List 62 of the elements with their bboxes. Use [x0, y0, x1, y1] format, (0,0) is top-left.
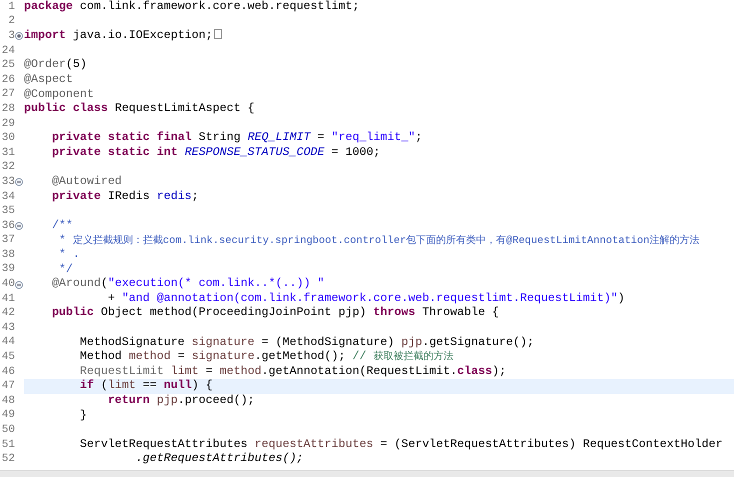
line-number: 42	[0, 308, 15, 320]
line-number: 49	[0, 410, 15, 422]
collapse-icon[interactable]	[15, 178, 23, 186]
collapse-icon[interactable]	[15, 222, 23, 230]
line-number: 45	[0, 352, 15, 364]
line-number: 38	[0, 250, 15, 261]
line-number: 36	[0, 220, 15, 232]
code-line: */	[58, 262, 74, 278]
code-line: ServletRequestAttributes requestAttributes = (ServletRequestAttributes) RequestContextHolder	[78, 438, 724, 452]
line-number: 51	[0, 440, 15, 451]
code-line: MethodSignature signature = (MethodSignature) pjp.getSignature();	[78, 336, 535, 350]
line-number: 52	[0, 454, 15, 466]
line-number: 43	[0, 322, 15, 334]
code-line: * .	[58, 248, 81, 263]
code-line: Method method = signature.getMethod(); // 获取被拦截的方法	[78, 350, 454, 365]
line-number: 3	[7, 30, 15, 42]
code-line: private IRedis redis;	[50, 190, 200, 204]
code-line: import java.io.IOException;	[24, 29, 734, 44]
line-number: 28	[0, 104, 15, 115]
line-number: 44	[0, 337, 15, 348]
folded-code-icon[interactable]	[214, 29, 222, 40]
line-number: 39	[0, 264, 15, 276]
line-number: 32	[0, 162, 15, 174]
code-line: @Aspect	[24, 72, 74, 88]
line-number: 29	[0, 118, 15, 130]
code-line: .getRequestAttributes();	[134, 452, 304, 467]
horizontal-scrollbar[interactable]	[0, 470, 734, 477]
line-number: 34	[0, 192, 15, 203]
code-line: }	[78, 408, 88, 424]
code-line: package com.link.framework.core.web.requestlimt;	[24, 0, 360, 15]
line-number: 2	[7, 16, 15, 28]
expand-icon[interactable]	[15, 32, 23, 40]
code-line: @Component	[24, 88, 95, 102]
line-number: 47	[0, 381, 15, 392]
code-line: public Object method(ProceedingJoinPoint pjp) throws Throwable {	[50, 306, 500, 322]
line-number: 46	[0, 366, 15, 378]
code-line: @Order(5)	[24, 58, 88, 73]
line-number: 25	[0, 60, 15, 72]
line-number: 48	[0, 396, 15, 407]
line-number: 30	[0, 133, 15, 144]
line-number: 33	[0, 176, 15, 188]
collapse-icon[interactable]	[15, 280, 23, 289]
code-line: public class RequestLimitAspect {	[24, 102, 256, 117]
code-line: + "and @annotation(com.link.framework.core.web.requestlimt.RequestLimit)")	[106, 292, 626, 306]
line-number: 24	[0, 46, 15, 57]
line-number: 41	[0, 294, 15, 305]
line-number: 40	[0, 279, 15, 290]
code-line: @Autowired	[50, 175, 123, 190]
code-line: private static int RESPONSE_STATUS_CODE = 1000;	[50, 146, 382, 161]
code-line: @Around("execution(* com.link..*(..)) "	[50, 277, 326, 292]
code-line: RequestLimit limt = method.getAnnotation(RequestLimit.class);	[78, 364, 508, 379]
code-line: /**	[50, 218, 74, 234]
line-number: 35	[0, 206, 15, 218]
line-number: 26	[0, 74, 15, 86]
line-number: 50	[0, 425, 15, 436]
line-number: 37	[0, 235, 15, 246]
code-line: * 定义拦截规则：拦截com.link.security.springboot.controller包下面的所有类中，有@RequestLimitAnnotation注解的方法	[58, 234, 701, 248]
line-number: 31	[0, 148, 15, 159]
code-line: return pjp.proceed();	[106, 394, 256, 409]
line-number: 1	[7, 2, 15, 13]
code-line: private static final String REQ_LIMIT = "req_limit_";	[50, 131, 424, 146]
line-number: 27	[0, 89, 15, 100]
